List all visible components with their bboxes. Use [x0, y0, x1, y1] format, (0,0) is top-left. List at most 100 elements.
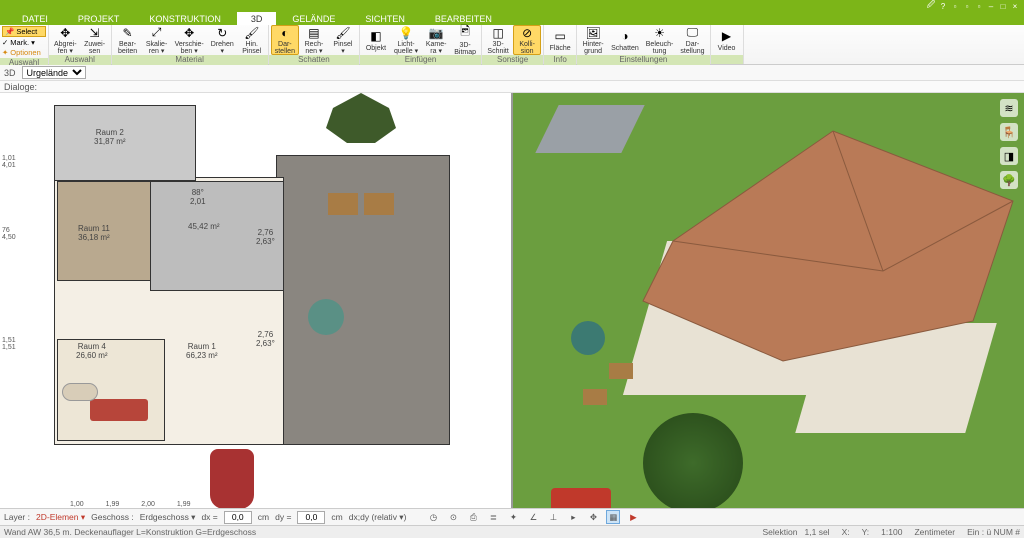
drehen-button[interactable]: ↻Drehen ▾	[208, 25, 237, 55]
hinpinsel-icon: 🖌	[244, 26, 260, 40]
schatten2-button[interactable]: ◑Schatten	[608, 25, 642, 55]
verschieben-icon: ✥	[181, 26, 197, 40]
tool-arrow-icon[interactable]: ▸	[566, 510, 580, 524]
abgreifen-button[interactable]: ✥Abgrei- fen ▾	[51, 25, 80, 55]
flaeche-button[interactable]: ▭Fläche	[546, 25, 574, 55]
rechnen-icon: ▤	[306, 26, 322, 40]
kollision-icon: ⊘	[519, 26, 535, 40]
geschoss-label: Geschoss :	[91, 512, 134, 522]
dy-input[interactable]	[297, 511, 325, 524]
hintergrund-button[interactable]: 🖼Hinter- grund	[579, 25, 607, 55]
options-button[interactable]: ✦ Optionen	[2, 48, 46, 57]
box1-icon[interactable]: ▫	[950, 1, 960, 11]
zuweisen-button[interactable]: ⇲Zuwei- sen	[81, 25, 109, 55]
status-bar: Wand AW 36,5 m. Deckenauflager L=Konstru…	[0, 525, 1024, 538]
kamera-button[interactable]: 📷Kame- ra ▾	[422, 25, 450, 55]
ribbon-group-label: Einstellungen	[577, 55, 709, 65]
tool-angle-icon[interactable]: ∠	[526, 510, 540, 524]
lichtquelle-icon: 💡	[398, 26, 414, 40]
skalieren-button[interactable]: ⤢Skalie- ren ▾	[143, 25, 171, 55]
dx-label: dx =	[201, 512, 217, 522]
tool-clock-icon[interactable]: ◷	[426, 510, 440, 524]
close-icon[interactable]: ×	[1010, 1, 1020, 11]
ribbon-group-label: Info	[544, 55, 576, 65]
objekt-button[interactable]: ◧Objekt	[362, 25, 390, 55]
cm-label: cm	[258, 512, 269, 522]
sub-toolbar: 3D Urgelände	[0, 65, 1024, 81]
tab-3d[interactable]: 3D	[237, 12, 277, 25]
video-icon: ▶	[719, 28, 735, 44]
hinpinsel-button[interactable]: 🖌Hin. Pinsel	[238, 25, 266, 55]
tab-gelände[interactable]: GELÄNDE	[278, 12, 349, 25]
ribbon-group-label: Einfügen	[360, 55, 481, 65]
bottom-toolbar: Layer : 2D-Elemen ▾ Geschoss : Erdgescho…	[0, 508, 1024, 525]
bearbeiten-button[interactable]: ✎Bear- beiten	[114, 25, 142, 55]
pinsel2-button[interactable]: 🖌Pinsel ▾	[329, 25, 357, 55]
verschieben-button[interactable]: ✥Verschie- ben ▾	[172, 25, 207, 55]
3dbitmap-icon: 🖻	[457, 25, 473, 41]
darstellen-icon: ◐	[277, 26, 293, 40]
objekt-icon: ◧	[368, 28, 384, 44]
box3-icon[interactable]: ▫	[974, 1, 984, 11]
3dbitmap-button[interactable]: 🖻3D- Bitmap	[451, 25, 479, 55]
tool-target-icon[interactable]: ⊙	[446, 510, 460, 524]
tool-perp-icon[interactable]: ⊥	[546, 510, 560, 524]
tab-datei[interactable]: DATEI	[8, 12, 62, 25]
status-x: X:	[842, 527, 850, 537]
3dschnitt-button[interactable]: ◫3D- Schnitt	[484, 25, 512, 55]
3dschnitt-icon: ◫	[490, 26, 506, 40]
ruler-vertical: 1,014,01 764,50 1,511,51	[0, 99, 26, 506]
beleuchtung-button[interactable]: ☀Beleuch- tung	[643, 25, 677, 55]
floor-plan: Raum 231,87 m² Raum 1136,18 m² 45,42 m² …	[30, 99, 509, 506]
tab-projekt[interactable]: PROJEKT	[64, 12, 134, 25]
select-button[interactable]: 📌 Select	[2, 26, 46, 37]
mark-button[interactable]: ✓ Mark. ▾	[2, 38, 46, 47]
drehen-icon: ↻	[214, 26, 230, 40]
cube-icon[interactable]: ◨	[1000, 147, 1018, 165]
tab-sichten[interactable]: SICHTEN	[351, 12, 419, 25]
schatten2-icon: ◑	[617, 28, 633, 44]
beleuchtung-icon: ☀	[652, 26, 668, 40]
furniture-icon[interactable]: 🪑	[1000, 123, 1018, 141]
tool-move-icon[interactable]: ✥	[586, 510, 600, 524]
dx-input[interactable]	[224, 511, 252, 524]
lichtquelle-button[interactable]: 💡Licht- quelle ▾	[391, 25, 421, 55]
status-scale: 1:100	[881, 527, 902, 537]
tree-icon[interactable]: 🌳	[1000, 171, 1018, 189]
ribbon-group-label: Material	[112, 55, 268, 65]
darstellung-icon: 🖵	[684, 25, 700, 40]
kamera-icon: 📷	[428, 26, 444, 40]
tab-konstruktion[interactable]: KONSTRUKTION	[135, 12, 235, 25]
geschoss-dropdown[interactable]: Erdgeschoss ▾	[140, 512, 196, 523]
flaeche-icon: ▭	[552, 28, 568, 44]
layer-dropdown[interactable]: 2D-Elemen ▾	[36, 512, 85, 523]
view-3d[interactable]: ≋ 🪑 ◨ 🌳	[513, 93, 1024, 508]
tool-layers-icon[interactable]: ≣	[486, 510, 500, 524]
status-y: Y:	[862, 527, 870, 537]
help-icon[interactable]: ?	[938, 1, 948, 11]
tool-play-icon[interactable]: ▶	[626, 510, 640, 524]
darstellung-button[interactable]: 🖵Dar- stellung	[677, 25, 707, 55]
ribbon-group-label: Schatten	[269, 55, 359, 65]
tool-grid-icon[interactable]: ▦	[606, 510, 620, 524]
maximize-icon[interactable]: □	[998, 1, 1008, 11]
pinsel2-icon: 🖌	[335, 26, 351, 40]
cm-label2: cm	[331, 512, 342, 522]
box2-icon[interactable]: ▫	[962, 1, 972, 11]
bearbeiten-icon: ✎	[120, 26, 136, 40]
video-button[interactable]: ▶Video	[713, 25, 741, 55]
view-2d[interactable]: 1,014,01 764,50 1,511,51 Raum 231,87 m² …	[0, 93, 513, 508]
darstellen-button[interactable]: ◐Dar- stellen	[271, 25, 299, 55]
ribbon-group-label: Sonstige	[482, 55, 543, 65]
rel-dropdown[interactable]: dx;dy (relativ ▾)	[349, 512, 407, 523]
kollision-button[interactable]: ⊘Kolli- sion	[513, 25, 541, 55]
window-titlebar: 🖉 ? ▫ ▫ ▫ – □ ×	[0, 0, 1024, 12]
rechnen-button[interactable]: ▤Rech- nen ▾	[300, 25, 328, 55]
minimize-icon[interactable]: –	[986, 1, 996, 11]
tool-wand-icon[interactable]: ✦	[506, 510, 520, 524]
tool-printer-icon[interactable]: ⎙	[466, 510, 480, 524]
hintergrund-icon: 🖼	[585, 26, 601, 40]
layer-select[interactable]: Urgelände	[22, 66, 86, 79]
layers-icon[interactable]: ≋	[1000, 99, 1018, 117]
min-icon[interactable]: 🖉	[926, 1, 936, 11]
